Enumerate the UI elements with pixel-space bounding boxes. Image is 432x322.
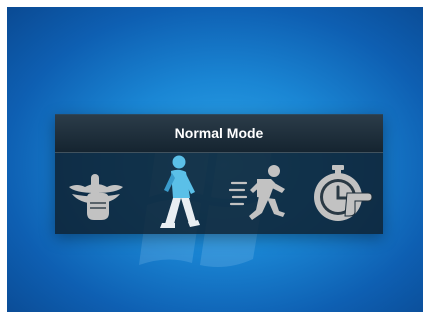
walking-person-icon [160,155,200,228]
running-person-icon [229,164,285,220]
silent-mode-icon [69,173,123,220]
mode-turbo-button[interactable] [225,153,295,234]
mode-title-bar: Normal Mode [55,115,383,153]
stopwatch-icon [314,164,373,221]
desktop-background: Normal Mode [7,7,423,312]
mode-normal-button[interactable] [142,153,212,234]
mode-switcher-panel: Normal Mode [55,114,383,234]
mode-title: Normal Mode [174,125,264,141]
mode-auto-button[interactable] [307,153,377,234]
mode-silent-button[interactable] [61,153,131,234]
mode-options [55,153,383,234]
